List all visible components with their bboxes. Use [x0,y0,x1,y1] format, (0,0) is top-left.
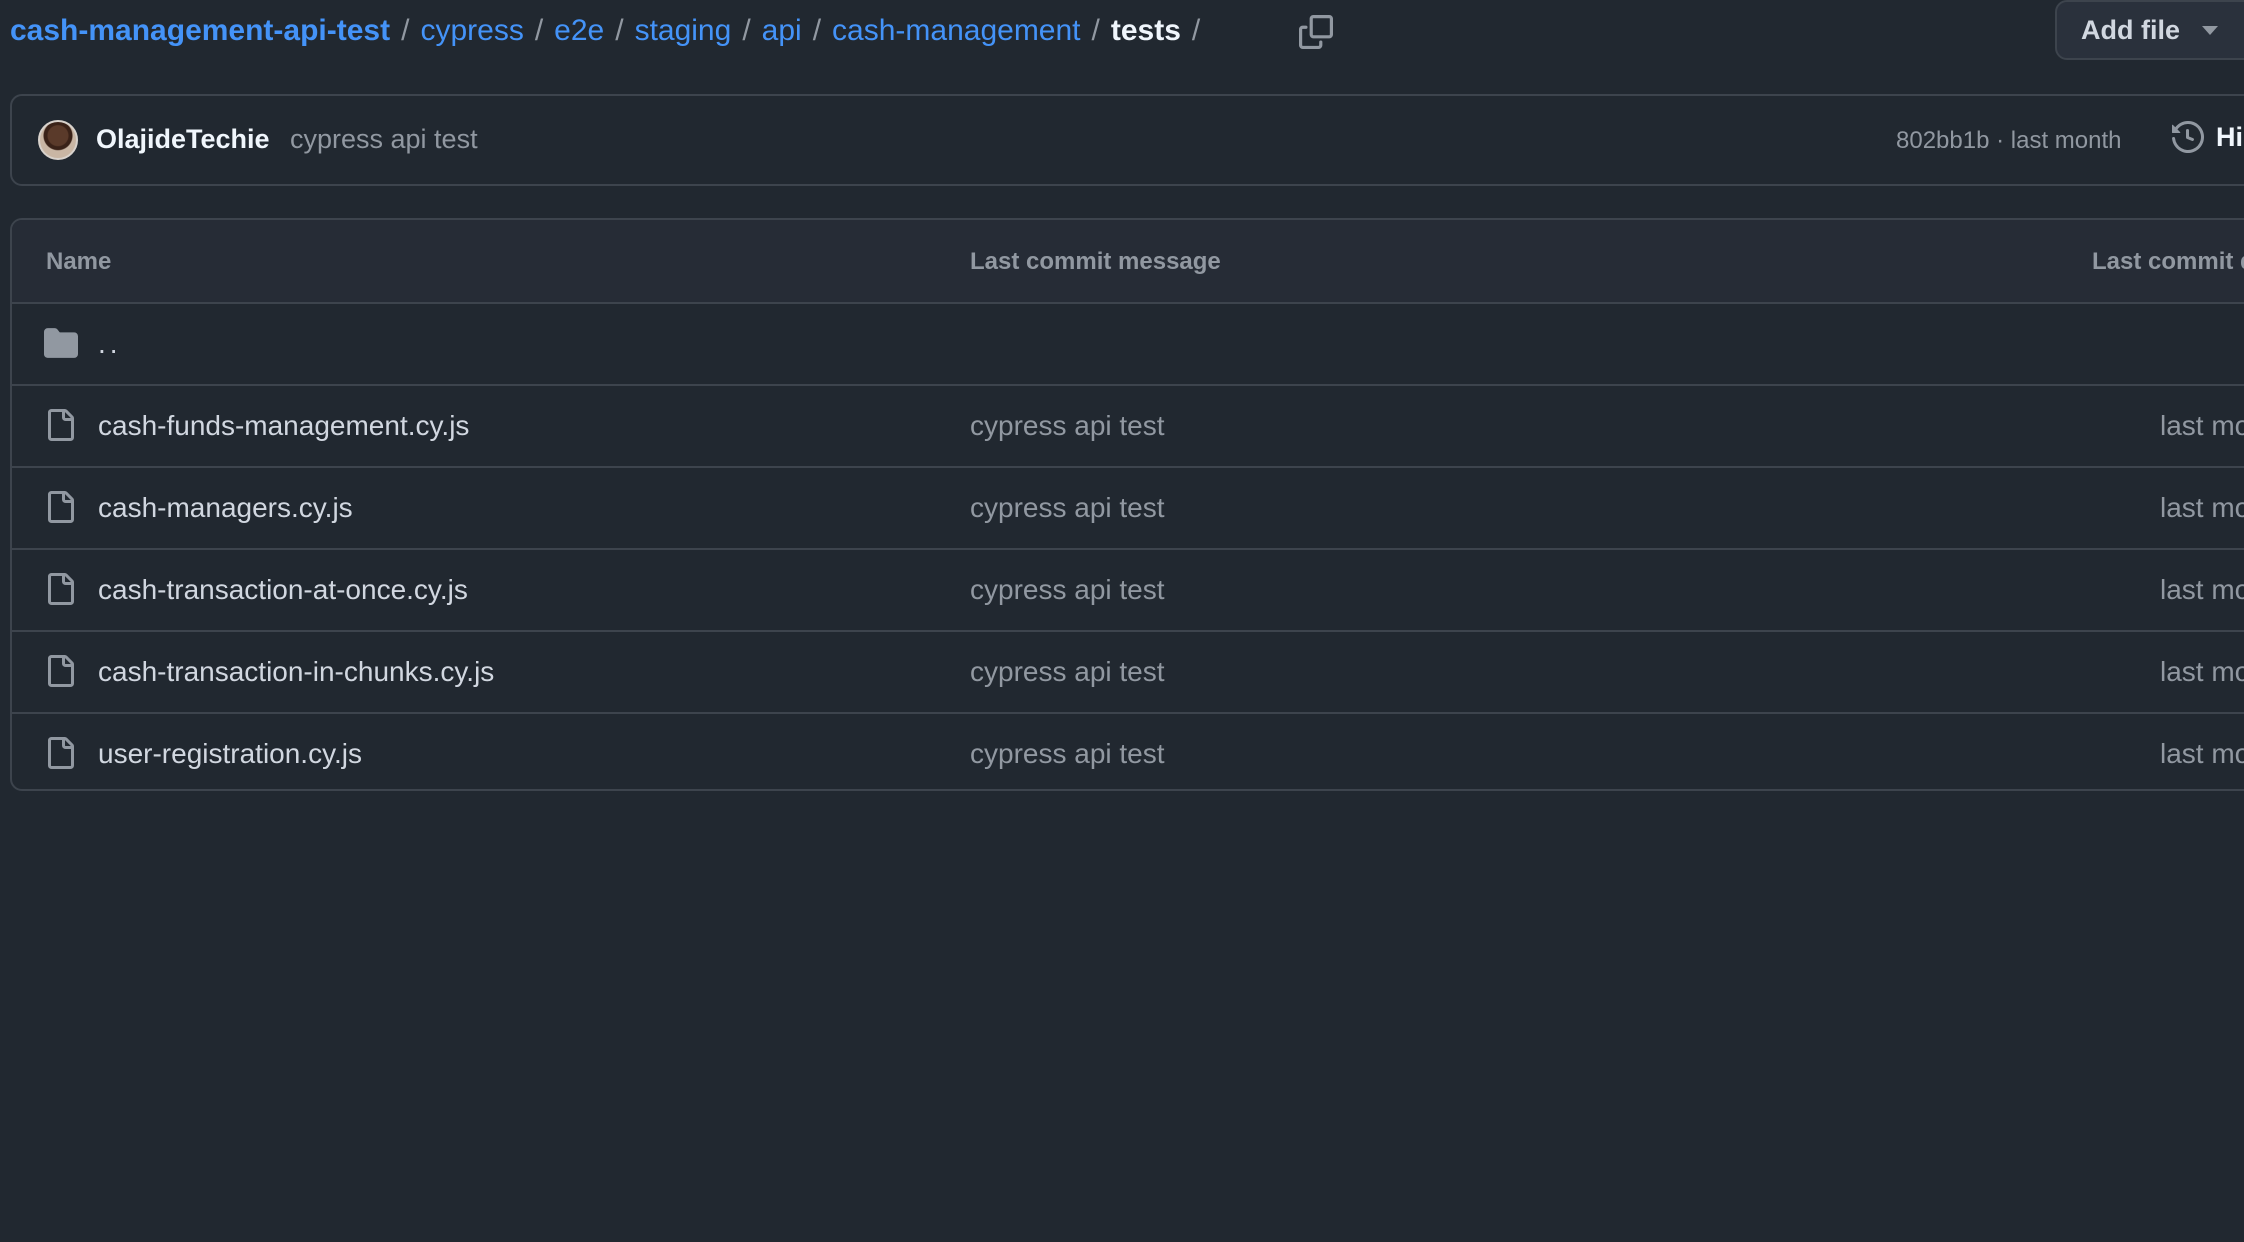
column-header-name: Name [46,248,112,275]
breadcrumb-link-cash-management[interactable]: cash-management [832,14,1080,48]
table-row[interactable]: cash-managers.cy.js cypress api test las… [12,468,2244,550]
latest-commit-box: OlajideTechie cypress api test 802bb1b ·… [10,94,2244,186]
breadcrumb-separator: / [1091,14,1100,47]
breadcrumb-current: tests [1110,14,1181,47]
folder-icon [44,328,78,358]
file-commit-message-link[interactable]: cypress api test [970,410,1165,442]
table-row[interactable]: cash-transaction-in-chunks.cy.js cypress… [12,632,2244,714]
parent-directory-row[interactable]: .. [12,304,2244,386]
file-name-link[interactable]: cash-managers.cy.js [98,492,353,524]
file-commit-message-link[interactable]: cypress api test [970,574,1165,606]
file-name-link[interactable]: cash-transaction-in-chunks.cy.js [98,656,494,688]
breadcrumb-link-e2e[interactable]: e2e [554,14,604,48]
file-commit-date: last month [2160,738,2244,769]
file-commit-message-link[interactable]: cypress api test [970,492,1165,524]
file-table: Name Last commit message Last commit dat… [10,218,2244,791]
breadcrumb-trailing-separator: / [1191,14,1201,47]
commit-author-link[interactable]: OlajideTechie [96,124,270,155]
commit-meta[interactable]: 802bb1b · last month [1896,127,2121,155]
file-commit-message-link[interactable]: cypress api test [970,656,1165,688]
file-icon [48,737,74,769]
history-icon [2172,121,2204,153]
file-name-link[interactable]: user-registration.cy.js [98,738,362,770]
breadcrumb-link-cypress[interactable]: cypress [420,14,523,48]
add-file-button[interactable]: Add file [2055,0,2244,60]
file-commit-date: last month [2160,492,2244,523]
file-name-link[interactable]: cash-transaction-at-once.cy.js [98,574,468,606]
breadcrumb-separator: / [742,14,751,47]
history-label: History [2216,121,2244,152]
file-icon [48,491,74,523]
column-header-message: Last commit message [970,248,1221,275]
table-row[interactable]: cash-transaction-at-once.cy.js cypress a… [12,550,2244,632]
table-row[interactable]: user-registration.cy.js cypress api test… [12,714,2244,789]
breadcrumb-separator: / [615,14,624,47]
breadcrumb-separator: / [534,14,544,47]
table-row[interactable]: cash-funds-management.cy.js cypress api … [12,386,2244,468]
page: cash-management-api-test / cypress / e2e… [0,0,2244,1242]
breadcrumb: cash-management-api-test / cypress / e2e… [10,8,1211,54]
copy-icon [1299,15,1333,49]
add-file-label: Add file [2081,14,2180,45]
file-commit-date: last month [2160,574,2244,605]
file-commit-message-link[interactable]: cypress api test [970,738,1165,770]
breadcrumb-separator: / [401,14,410,47]
history-button[interactable]: History [2172,121,2244,153]
file-icon [48,655,74,687]
breadcrumb-link-staging[interactable]: staging [635,14,732,48]
breadcrumb-separator: / [812,14,822,47]
avatar[interactable] [38,120,78,160]
file-icon [48,409,74,441]
file-commit-date: last month [2160,410,2244,441]
breadcrumb-link-api[interactable]: api [762,14,802,48]
file-icon [48,573,74,605]
file-name-link[interactable]: cash-funds-management.cy.js [98,410,469,442]
table-header: Name Last commit message Last commit dat… [12,220,2244,304]
triangle-down-icon [2202,25,2218,35]
file-commit-date: last month [2160,656,2244,687]
parent-directory-link[interactable]: .. [98,328,122,360]
breadcrumb-repo-link[interactable]: cash-management-api-test [10,14,390,48]
commit-message-link[interactable]: cypress api test [290,124,478,155]
column-header-date: Last commit date [2092,248,2244,275]
copy-path-button[interactable] [1296,12,1336,52]
